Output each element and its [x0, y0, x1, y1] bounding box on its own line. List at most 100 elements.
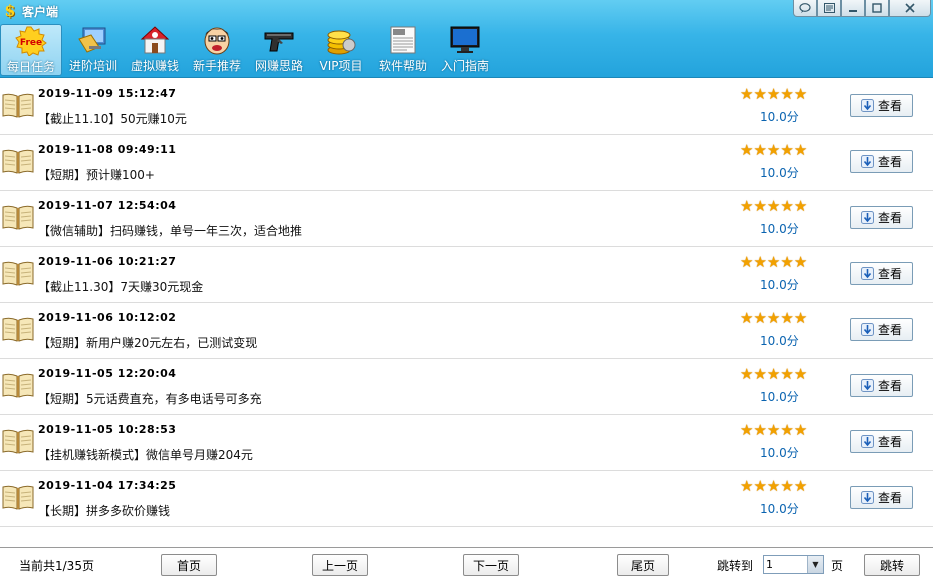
- rating-stars: ★ ★ ★ ★ ★: [740, 423, 807, 438]
- minimize-icon[interactable]: [841, 0, 865, 17]
- star-icon: ★: [766, 365, 781, 383]
- star-icon: ★: [766, 197, 781, 215]
- tab-beginner-recommend[interactable]: 新手推荐: [186, 24, 248, 76]
- task-title[interactable]: 【短期】新用户赚20元左右，已测试变现: [38, 334, 257, 351]
- menu-icon[interactable]: [817, 0, 841, 17]
- tab-virtual-money[interactable]: 虚拟赚钱: [124, 24, 186, 76]
- tab-online-ideas[interactable]: 网赚思路: [248, 24, 310, 76]
- star-icon: ★: [793, 141, 808, 159]
- star-icon: ★: [780, 85, 794, 103]
- first-page-button[interactable]: 首页: [161, 554, 217, 576]
- tab-intro-guide[interactable]: 入门指南: [434, 24, 496, 76]
- view-button[interactable]: 查看: [850, 430, 913, 453]
- tab-daily-tasks[interactable]: Free 每日任务: [0, 24, 62, 76]
- star-icon: ★: [753, 477, 767, 495]
- task-title[interactable]: 【截止11.30】7天赚30元现金: [38, 278, 203, 295]
- tab-label: 软件帮助: [378, 59, 427, 73]
- star-icon: ★: [753, 309, 767, 327]
- star-icon: ★: [740, 253, 754, 271]
- tab-vip-projects[interactable]: VIP项目: [310, 24, 372, 76]
- down-arrow-icon: [860, 267, 874, 280]
- maximize-icon[interactable]: [865, 0, 889, 17]
- tab-label: 入门指南: [440, 59, 489, 73]
- page-select-value: 1: [766, 558, 773, 571]
- star-icon: ★: [780, 421, 794, 439]
- star-icon: ★: [793, 477, 808, 495]
- star-icon: ★: [766, 309, 781, 327]
- task-title[interactable]: 【挂机赚钱新模式】微信单号月赚204元: [38, 446, 253, 463]
- open-book-icon: [2, 373, 34, 398]
- star-icon: ★: [780, 141, 794, 159]
- page-unit: 页: [831, 559, 844, 573]
- view-button[interactable]: 查看: [850, 486, 913, 509]
- task-time: 2019-11-04 17:34:25: [38, 479, 177, 492]
- star-icon: ★: [753, 141, 767, 159]
- star-icon: ★: [780, 365, 794, 383]
- star-icon: ★: [753, 197, 767, 215]
- task-score: 10.0分: [760, 390, 799, 404]
- svg-text:Free: Free: [20, 38, 42, 48]
- tab-software-help[interactable]: 软件帮助: [372, 24, 434, 76]
- star-icon: ★: [793, 197, 808, 215]
- view-button[interactable]: 查看: [850, 94, 913, 117]
- coins-icon: [324, 25, 358, 55]
- face-icon: [200, 25, 234, 55]
- down-arrow-icon: [860, 491, 874, 504]
- down-arrow-icon: [860, 379, 874, 392]
- chevron-down-icon[interactable]: ▼: [807, 556, 823, 573]
- table-row: 2019-11-06 10:12:02 【短期】新用户赚20元左右，已测试变现 ★ ★…: [0, 303, 933, 359]
- view-button[interactable]: 查看: [850, 150, 913, 173]
- task-time: 2019-11-08 09:49:11: [38, 143, 177, 156]
- task-time: 2019-11-09 15:12:47: [38, 87, 177, 100]
- star-icon: ★: [793, 253, 808, 271]
- star-icon: ★: [753, 421, 767, 439]
- task-title[interactable]: 【短期】5元话费直充，有多电话号可多充: [38, 390, 262, 407]
- star-icon: ★: [766, 421, 781, 439]
- table-row: 2019-11-05 10:28:53 【挂机赚钱新模式】微信单号月赚204元 ★ ★…: [0, 415, 933, 471]
- tab-advanced-training[interactable]: 进阶培训: [62, 24, 124, 76]
- free-badge-icon: Free: [14, 26, 48, 56]
- view-button-label: 查看: [877, 379, 902, 393]
- view-button-label: 查看: [877, 99, 902, 113]
- last-page-button[interactable]: 尾页: [617, 554, 669, 576]
- down-arrow-icon: [860, 435, 874, 448]
- star-icon: ★: [740, 421, 754, 439]
- view-button[interactable]: 查看: [850, 206, 913, 229]
- task-score: 10.0分: [760, 222, 799, 236]
- rating-stars: ★ ★ ★ ★ ★: [740, 199, 807, 214]
- view-button[interactable]: 查看: [850, 318, 913, 341]
- task-title[interactable]: 【长期】拼多多砍价赚钱: [38, 502, 170, 519]
- task-score: 10.0分: [760, 334, 799, 348]
- star-icon: ★: [780, 477, 794, 495]
- task-title[interactable]: 【微信辅助】扫码赚钱，单号一年三次，适合地推: [38, 222, 302, 239]
- house-icon: [138, 25, 172, 55]
- star-icon: ★: [793, 85, 808, 103]
- open-book-icon: [2, 317, 34, 342]
- task-time: 2019-11-06 10:12:02: [38, 311, 177, 324]
- page-select[interactable]: 1 ▼: [763, 555, 824, 574]
- tab-label: 每日任务: [6, 60, 55, 74]
- task-title[interactable]: 【截止11.10】50元赚10元: [38, 110, 187, 127]
- view-button-label: 查看: [877, 435, 902, 449]
- view-button[interactable]: 查看: [850, 262, 913, 285]
- prev-page-button[interactable]: 上一页: [312, 554, 368, 576]
- monitor-book-icon: [76, 25, 110, 55]
- task-title[interactable]: 【短期】预计赚100+: [38, 166, 155, 183]
- star-icon: ★: [793, 309, 808, 327]
- view-button[interactable]: 查看: [850, 374, 913, 397]
- speech-bubble-icon[interactable]: [793, 0, 817, 17]
- window-title: 客户端: [22, 4, 59, 19]
- star-icon: ★: [793, 365, 808, 383]
- star-icon: ★: [753, 253, 767, 271]
- task-score: 10.0分: [760, 166, 799, 180]
- view-button-label: 查看: [877, 267, 902, 281]
- open-book-icon: [2, 93, 34, 118]
- next-page-button[interactable]: 下一页: [463, 554, 519, 576]
- window-controls: [793, 0, 931, 17]
- star-icon: ★: [753, 85, 767, 103]
- jump-button[interactable]: 跳转: [864, 554, 920, 576]
- close-icon[interactable]: [889, 0, 931, 17]
- task-time: 2019-11-07 12:54:04: [38, 199, 177, 212]
- tab-label: VIP项目: [319, 59, 363, 73]
- down-arrow-icon: [860, 211, 874, 224]
